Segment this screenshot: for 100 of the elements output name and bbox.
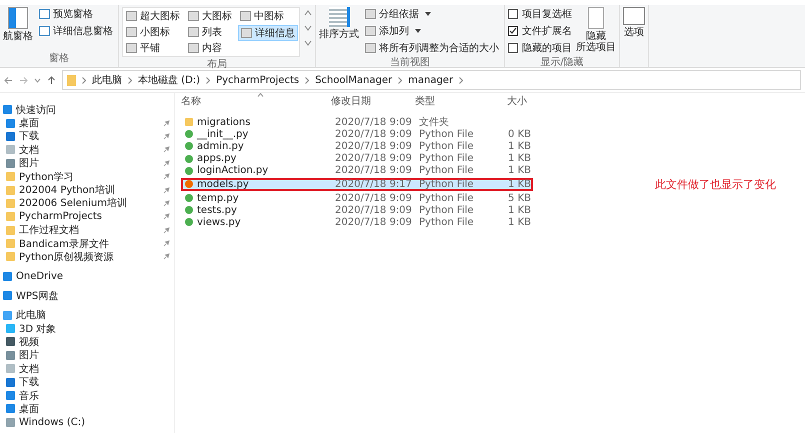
sidebar-item[interactable]: 图片: [19, 348, 174, 362]
file-row[interactable]: views.py 2020/7/18 9:09 Python File 1 KB: [181, 216, 533, 228]
table-cell: 5 KB: [508, 192, 531, 204]
sidebar-item[interactable]: 快速访问: [16, 102, 174, 117]
checkbox[interactable]: [508, 26, 518, 36]
layout-option[interactable]: 详细信息: [238, 25, 298, 41]
sidebar-item[interactable]: Windows (C:): [19, 416, 174, 428]
checkbox-label: 文件扩展名: [522, 24, 572, 38]
sidebar-item[interactable]: 视频: [19, 334, 174, 349]
breadcrumb[interactable]: PycharmProjects: [216, 74, 300, 86]
pin-icon[interactable]: [163, 186, 170, 194]
pane-button[interactable]: 预览窗格: [37, 7, 115, 21]
column-header[interactable]: 大小: [471, 94, 527, 108]
pin-icon[interactable]: [163, 120, 170, 127]
sidebar-item[interactable]: Bandicam录屏文件: [19, 236, 159, 251]
layout-option[interactable]: 平铺: [124, 41, 182, 55]
sidebar-item[interactable]: PycharmProjects: [19, 211, 159, 222]
file-name: migrations: [197, 116, 250, 128]
group-label: 布局: [206, 58, 228, 72]
sidebar-item[interactable]: 桌面: [19, 116, 159, 130]
table-cell-text: 2020/7/18 9:09: [335, 192, 413, 204]
file-name: views.py: [197, 216, 241, 228]
sidebar-item[interactable]: 桌面: [19, 402, 174, 416]
file-row[interactable]: admin.py 2020/7/18 9:09 Python File 1 KB: [181, 140, 533, 153]
chevron-icon[interactable]: [305, 76, 310, 84]
file-row[interactable]: models.py 2020/7/18 9:17 Python File 1 KB: [181, 178, 533, 191]
view-button[interactable]: 添加列: [363, 24, 501, 38]
file-row[interactable]: migrations 2020/7/18 9:09 文件夹: [181, 116, 533, 128]
pin-icon[interactable]: [163, 226, 170, 234]
table-cell: Python File: [419, 204, 475, 216]
layout-option[interactable]: 列表: [186, 25, 234, 39]
file-row[interactable]: tests.py 2020/7/18 9:09 Python File 1 KB: [181, 204, 533, 216]
sidebar-item[interactable]: 下载: [19, 129, 159, 144]
layout-option[interactable]: 超大图标: [124, 9, 182, 23]
file-row[interactable]: temp.py 2020/7/18 9:09 Python File 5 KB: [181, 192, 533, 204]
column-header[interactable]: 名称: [181, 94, 331, 108]
checkbox-label: 隐藏的项目: [522, 42, 572, 55]
pin-icon[interactable]: [163, 173, 170, 180]
sidebar-item[interactable]: 202006 Selenium培训: [19, 196, 159, 210]
file-row[interactable]: loginAction.py 2020/7/18 9:09 Python File 1 KB: [181, 164, 533, 177]
layout-option[interactable]: 内容: [186, 41, 234, 55]
file-name: tests.py: [197, 204, 237, 216]
navigation-pane-button[interactable]: 航窗格: [3, 7, 33, 42]
dropdown-caret-icon[interactable]: [415, 29, 421, 33]
view-button[interactable]: 将所有列调整为合适的大小: [363, 41, 501, 55]
address-bar[interactable]: 此电脑 本地磁盘 (D:) PycharmProjects SchoolManager manager: [62, 70, 801, 90]
sidebar-item[interactable]: 工作过程文档: [19, 223, 159, 238]
table-cell: 1 KB: [508, 153, 531, 164]
breadcrumb[interactable]: SchoolManager: [315, 74, 392, 86]
checkbox[interactable]: [508, 43, 518, 53]
layout-option[interactable]: 中图标: [238, 9, 298, 23]
up-arrow-icon[interactable]: [47, 76, 56, 84]
pane-button[interactable]: 详细信息窗格: [37, 24, 115, 38]
table-cell: Python File: [419, 153, 475, 164]
pin-icon[interactable]: [163, 253, 170, 260]
sidebar-item[interactable]: 202004 Python培训: [19, 183, 159, 198]
chevron-icon[interactable]: [398, 76, 402, 84]
sidebar-item[interactable]: WPS网盘: [16, 288, 174, 303]
column-header[interactable]: 修改日期: [331, 94, 415, 108]
pin-icon[interactable]: [163, 146, 170, 154]
pin-icon[interactable]: [163, 132, 170, 140]
sort-button[interactable]: 排序方式: [319, 7, 359, 40]
sidebar-item[interactable]: 音乐: [19, 388, 174, 403]
checkbox-label: 项目复选框: [522, 8, 572, 21]
table-cell: Python File: [419, 128, 475, 140]
forward-arrow-icon[interactable]: [19, 76, 28, 84]
layout-option[interactable]: 大图标: [186, 9, 234, 23]
checkbox[interactable]: [508, 9, 518, 19]
chevron-icon[interactable]: [128, 76, 132, 84]
sidebar-item[interactable]: Python原创视频资源: [19, 250, 159, 264]
sidebar-item[interactable]: 此电脑: [16, 308, 174, 322]
breadcrumb[interactable]: manager: [408, 74, 454, 86]
layout-option[interactable]: 小图标: [124, 25, 182, 39]
column-header[interactable]: 类型: [415, 94, 471, 108]
chevron-icon[interactable]: [82, 76, 86, 84]
sidebar-item[interactable]: 图片: [19, 156, 159, 170]
chevron-icon[interactable]: [206, 76, 210, 84]
group-label: 窗格: [48, 52, 70, 66]
sidebar-item[interactable]: 文档: [19, 362, 174, 376]
file-name: admin.py: [197, 140, 244, 152]
sidebar-item[interactable]: OneDrive: [16, 270, 174, 282]
hide-selected-button[interactable]: 隐藏 所选项目: [576, 7, 616, 53]
sidebar-item[interactable]: Python学习: [19, 170, 159, 184]
file-row[interactable]: __init__.py 2020/7/18 9:09 Python File 0 KB: [181, 128, 533, 140]
dropdown-caret-icon[interactable]: [425, 12, 431, 16]
sidebar-item[interactable]: 下载: [19, 375, 174, 390]
sidebar-item[interactable]: 文档: [19, 142, 159, 157]
sidebar-item[interactable]: 3D 对象: [19, 322, 174, 336]
table-cell-text: 2020/7/18 9:09: [335, 140, 413, 152]
pin-icon[interactable]: [163, 240, 170, 248]
pin-icon[interactable]: [163, 160, 170, 167]
back-arrow-icon[interactable]: [4, 76, 13, 84]
chevron-icon[interactable]: [459, 76, 464, 84]
file-row[interactable]: apps.py 2020/7/18 9:09 Python File 1 KB: [181, 152, 533, 165]
breadcrumb[interactable]: 本地磁盘 (D:): [138, 73, 200, 87]
pin-icon[interactable]: [163, 213, 170, 220]
view-button[interactable]: 分组依据: [363, 7, 501, 21]
pin-icon[interactable]: [163, 200, 170, 207]
breadcrumb[interactable]: 此电脑: [92, 73, 122, 87]
table-cell: 1 KB: [508, 178, 531, 190]
